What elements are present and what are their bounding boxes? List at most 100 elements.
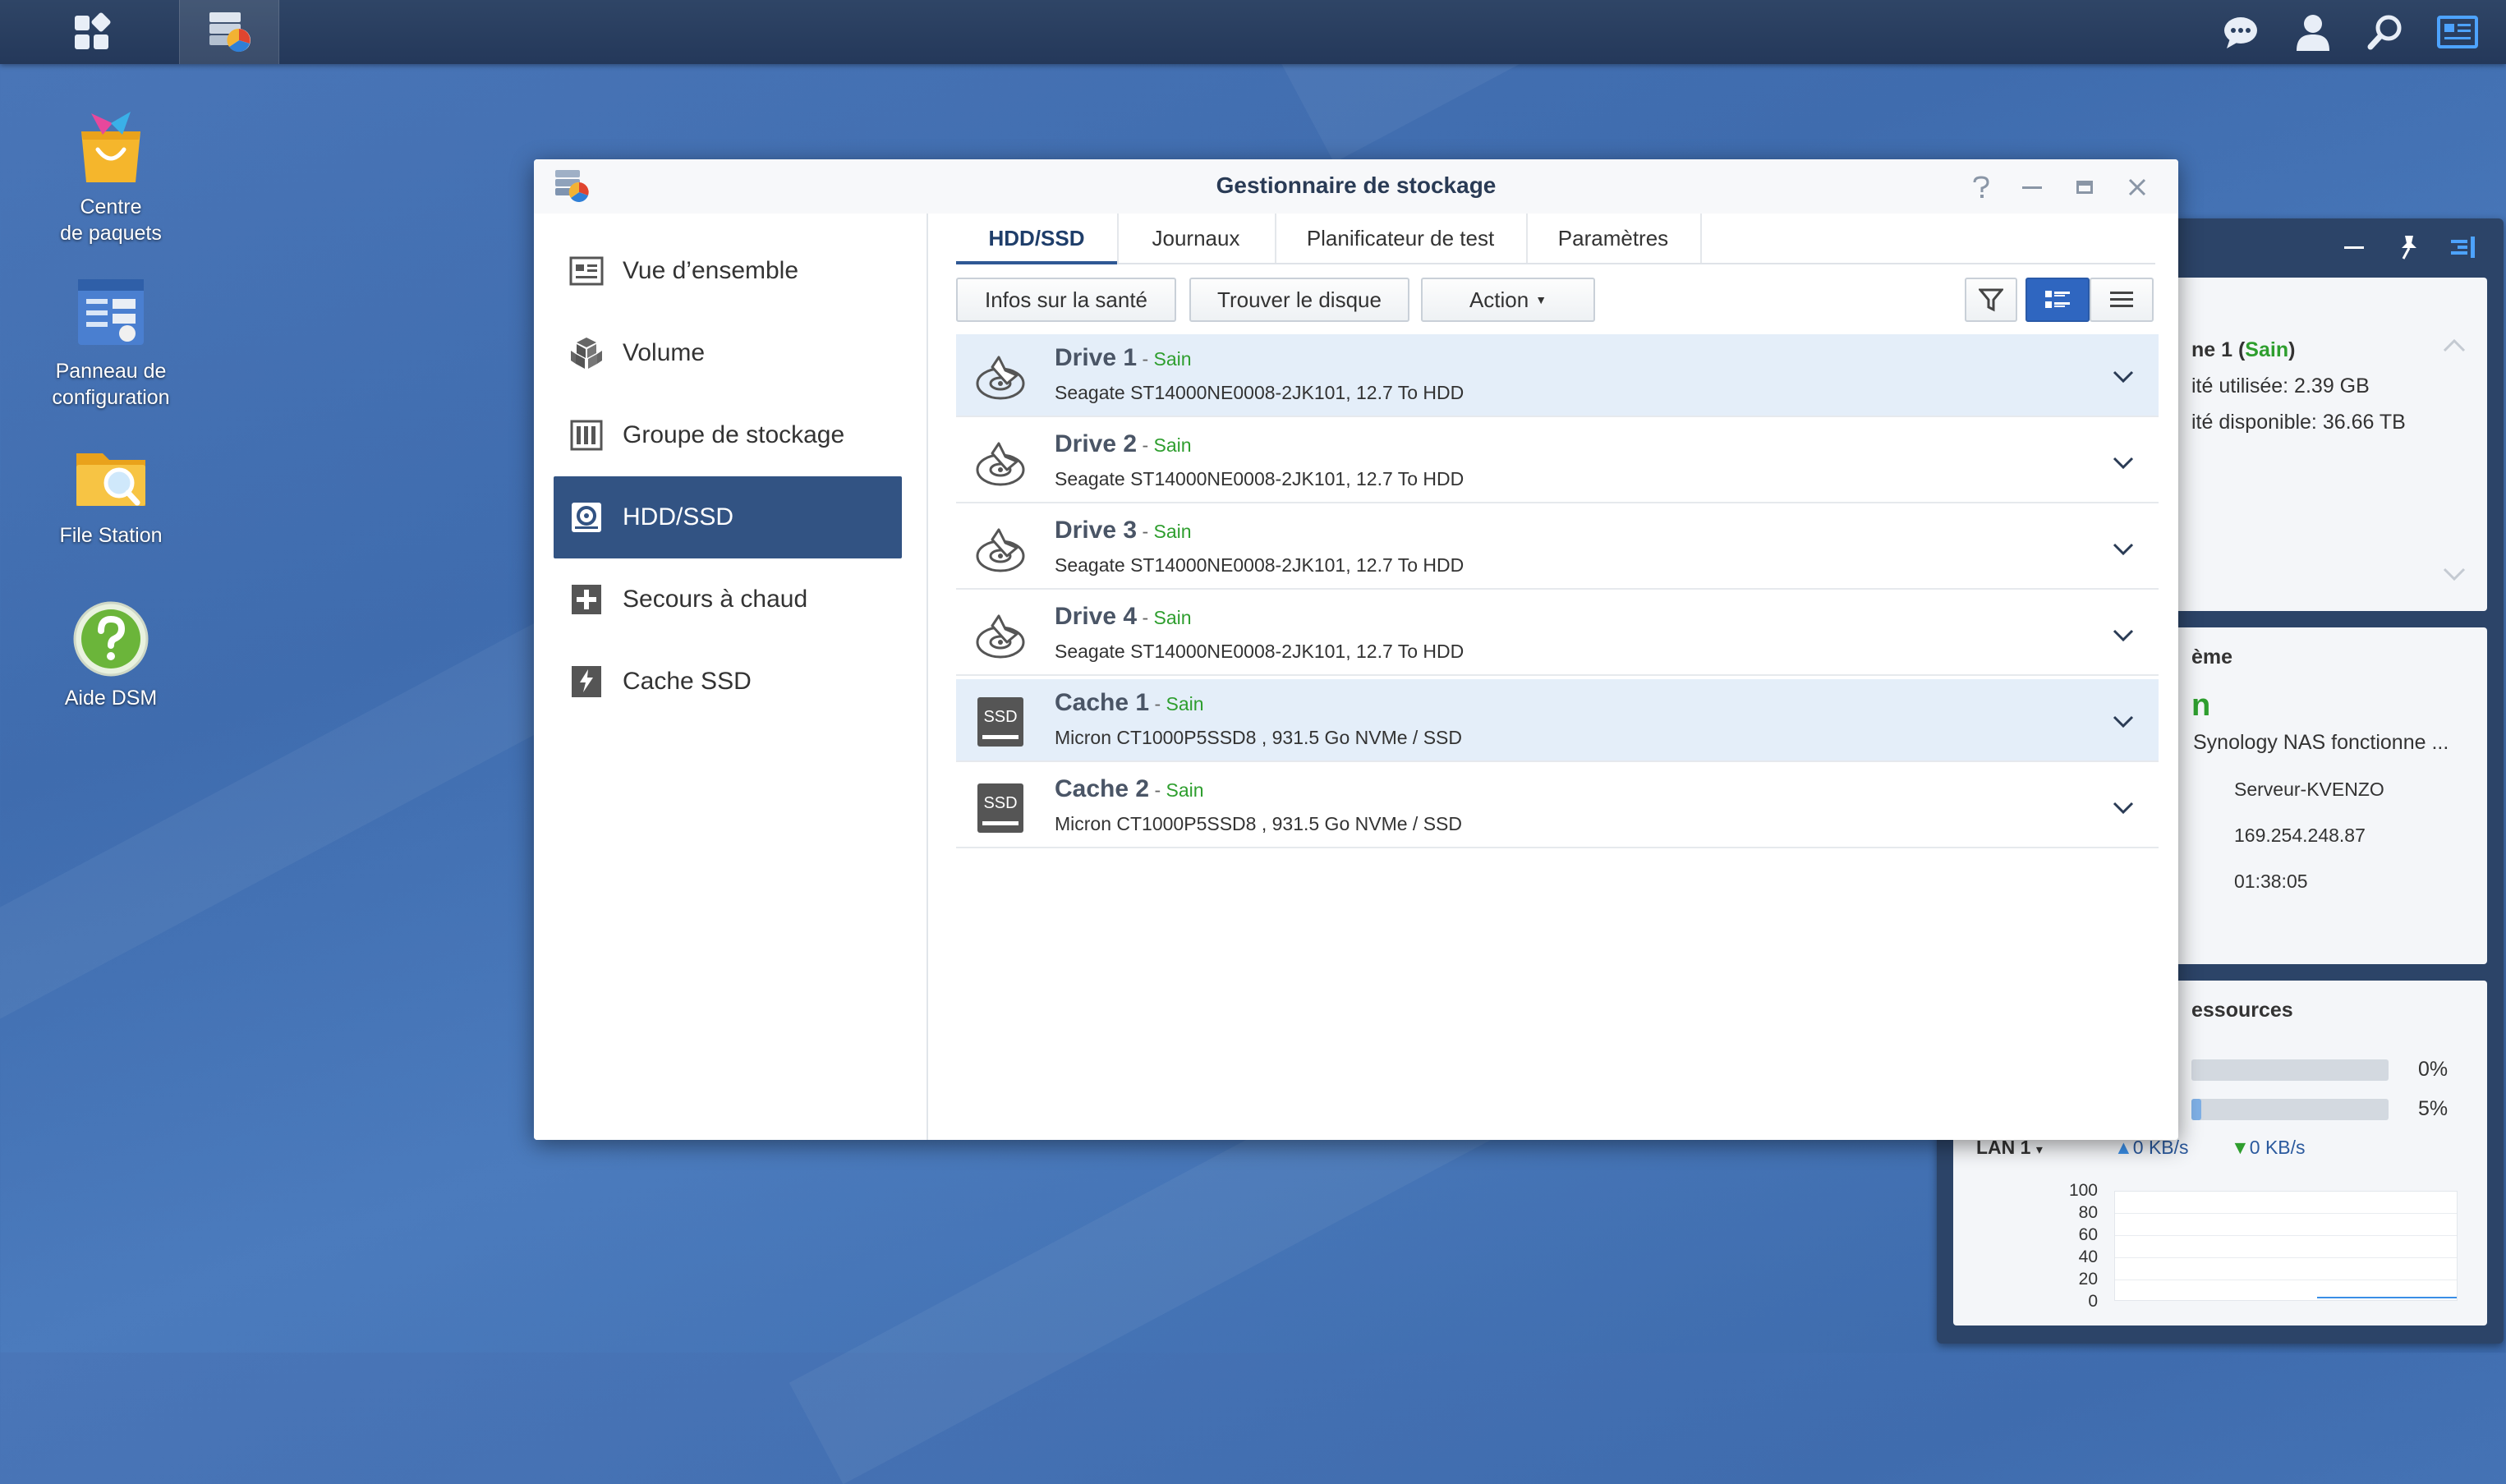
hdd-drive-icon — [974, 437, 1027, 489]
list-view-button[interactable] — [2090, 278, 2154, 322]
close-button[interactable] — [2119, 171, 2155, 204]
sidebar-item-overview[interactable]: Vue d’ensemble — [554, 230, 902, 312]
y-tick: 80 — [2078, 1203, 2098, 1222]
expand-chevron-icon[interactable] — [2111, 795, 2136, 820]
search-button[interactable] — [2349, 0, 2421, 64]
close-icon — [2128, 178, 2146, 196]
filter-icon — [1979, 288, 2003, 312]
search-icon — [2367, 15, 2402, 50]
main-menu-button[interactable] — [13, 0, 169, 64]
sidebar-item-label: Volume — [623, 339, 706, 366]
desktop-icon-dsm-help[interactable]: Aide DSM — [29, 598, 193, 711]
taskbar-storage-manager[interactable] — [179, 0, 279, 64]
drive-name: Drive 2 - Sain — [1055, 430, 1192, 457]
widgets-button[interactable] — [2421, 0, 2494, 64]
hot-spare-icon — [568, 581, 605, 618]
user-icon — [2297, 15, 2329, 51]
y-tick: 100 — [2068, 1181, 2098, 1200]
server-uptime: 01:38:05 — [2234, 871, 2308, 892]
download-speed: ▼0 KB/s — [2231, 1137, 2306, 1158]
minimize-button[interactable] — [2014, 171, 2050, 204]
tab-test-scheduler[interactable]: Planificateur de test — [1275, 214, 1528, 263]
window-titlebar[interactable]: Gestionnaire de stockage — [534, 159, 2178, 214]
expand-chevron-icon[interactable] — [2111, 364, 2136, 388]
expand-chevron-icon[interactable] — [2111, 450, 2136, 475]
maximize-icon — [2076, 181, 2093, 194]
main-content: HDD/SSD Journaux Planificateur de test P… — [928, 214, 2178, 1140]
sidebar-item-storage-pool[interactable]: Groupe de stockage — [554, 394, 902, 476]
sidebar: Vue d’ensemble Volume Groupe de stockage… — [534, 214, 928, 1140]
expand-chevron-icon[interactable] — [2111, 623, 2136, 647]
action-button[interactable]: Action ▼ — [1421, 278, 1595, 322]
storage-used: ité utilisée: 2.39 GB — [2191, 374, 2370, 397]
notifications-button[interactable] — [2205, 0, 2277, 64]
help-button[interactable] — [1963, 171, 1999, 204]
upload-speed: ▲0 KB/s — [2114, 1137, 2189, 1158]
desktop-icon-file-station[interactable]: File Station — [29, 435, 193, 549]
pin-icon[interactable] — [2395, 233, 2423, 261]
chevron-down-icon[interactable] — [2443, 567, 2466, 581]
cpu-bar — [2191, 1059, 2389, 1081]
sidebar-item-label: Secours à chaud — [623, 586, 808, 613]
drive-row[interactable]: Drive 2 - Sain Seagate ST14000NE0008-2JK1… — [956, 420, 2159, 503]
package-center-icon — [81, 112, 140, 182]
drive-status: Sain — [1153, 348, 1192, 370]
taskbar — [0, 0, 2506, 64]
hdd-ssd-icon — [568, 499, 605, 535]
network-chart — [2114, 1191, 2458, 1301]
drive-row[interactable]: Drive 3 - Sain Seagate ST14000NE0008-2JK1… — [956, 507, 2159, 590]
desktop-icon-package-center[interactable]: Centre de paquets — [29, 107, 193, 246]
expand-chevron-icon[interactable] — [2111, 709, 2136, 733]
user-button[interactable] — [2277, 0, 2349, 64]
hdd-drive-icon — [974, 609, 1027, 662]
action-button-label: Action — [1469, 287, 1529, 312]
drive-row[interactable]: SSD Cache 2 - Sain Micron CT1000P5SSD8 , … — [956, 765, 2159, 848]
tab-hdd-ssd[interactable]: HDD/SSD — [956, 214, 1119, 264]
svg-text:SSD: SSD — [983, 708, 1017, 726]
drive-description: Micron CT1000P5SSD8 , 931.5 Go NVMe / SS… — [1055, 727, 1462, 748]
filter-button[interactable] — [1965, 278, 2017, 322]
overview-icon — [568, 253, 605, 289]
sidebar-item-label: Groupe de stockage — [623, 421, 845, 448]
tab-settings[interactable]: Paramètres — [1526, 214, 1702, 263]
server-name: Serveur-KVENZO — [2234, 779, 2384, 800]
svg-text:SSD: SSD — [983, 794, 1017, 812]
ssd-drive-icon: SSD — [974, 696, 1027, 748]
caret-down-icon: ▼ — [1535, 293, 1547, 306]
drive-row[interactable]: Drive 4 - Sain Seagate ST14000NE0008-2JK1… — [956, 593, 2159, 676]
drive-status: Sain — [1153, 434, 1192, 456]
drive-name-text: Drive 3 — [1055, 517, 1138, 544]
sidebar-item-label: Cache SSD — [623, 668, 752, 695]
drive-row[interactable]: SSD Cache 1 - Sain Micron CT1000P5SSD8 , … — [956, 679, 2159, 762]
widget-minimize-button[interactable] — [2339, 237, 2369, 258]
find-disk-button[interactable]: Trouver le disque — [1189, 278, 1409, 322]
system-status-glyph: n — [2191, 688, 2211, 723]
sidebar-item-volume[interactable]: Volume — [554, 312, 902, 394]
desktop-icon-label: File Station — [59, 524, 163, 547]
drive-row[interactable]: Drive 1 - Sain Seagate ST14000NE0008-2JK1… — [956, 334, 2159, 417]
lan-selector[interactable]: LAN 1 ▾ — [1976, 1137, 2043, 1159]
drive-description: Seagate ST14000NE0008-2JK101, 12.7 To HD… — [1055, 468, 1465, 489]
maximize-button[interactable] — [2067, 171, 2103, 204]
desktop-icon-control-panel[interactable]: Panneau de configuration — [29, 271, 193, 411]
detail-view-button[interactable] — [2025, 278, 2090, 322]
control-panel-icon — [78, 279, 144, 345]
sidebar-item-label: Vue d’ensemble — [623, 257, 799, 284]
tab-logs[interactable]: Journaux — [1117, 214, 1276, 263]
drive-status: Sain — [1166, 693, 1204, 714]
tab-bar: HDD/SSD Journaux Planificateur de test P… — [956, 214, 2155, 264]
cpu-percent: 0% — [2418, 1058, 2449, 1081]
drive-name: Cache 2 - Sain — [1055, 775, 1204, 802]
expand-chevron-icon[interactable] — [2111, 536, 2136, 561]
sidebar-item-ssd-cache[interactable]: Cache SSD — [554, 641, 902, 723]
health-info-button[interactable]: Infos sur la santé — [956, 278, 1176, 322]
storage-manager-window: Gestionnaire de stockage Vue d’ensemble … — [534, 159, 2178, 1140]
sidebar-item-hdd-ssd[interactable]: HDD/SSD — [554, 476, 902, 558]
drive-name-text: Drive 2 — [1055, 430, 1138, 457]
desktop-icon-label: Panneau de — [55, 360, 167, 383]
system-status-message: Synology NAS fonctionne ... — [2193, 731, 2449, 754]
widget-settings-icon[interactable] — [2448, 233, 2477, 261]
chevron-up-icon[interactable] — [2443, 338, 2466, 353]
minimize-icon — [2022, 186, 2042, 189]
sidebar-item-hot-spare[interactable]: Secours à chaud — [554, 558, 902, 641]
